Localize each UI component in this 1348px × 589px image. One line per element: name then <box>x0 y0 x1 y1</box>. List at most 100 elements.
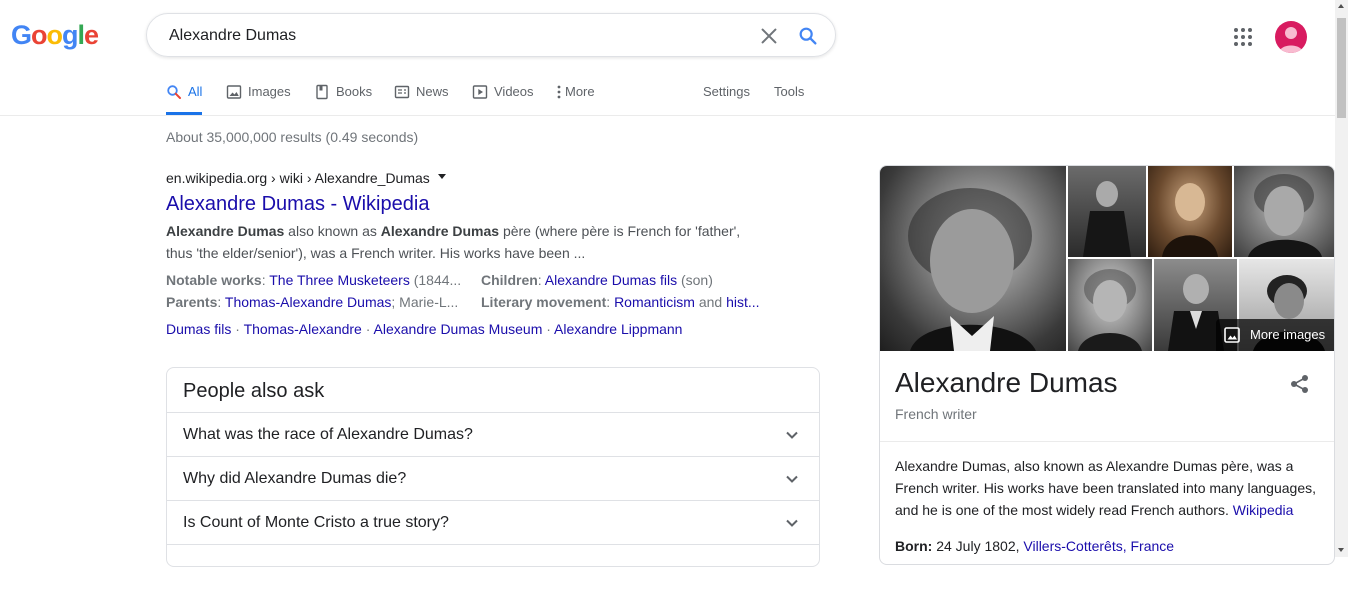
fact-link[interactable]: The Three Musketeers <box>269 272 410 288</box>
fact-link[interactable]: Thomas-Alexandre Dumas <box>225 294 392 310</box>
tools-label: Tools <box>774 84 805 99</box>
fact-key: Notable works <box>166 272 262 288</box>
fact-tail: and <box>694 294 727 310</box>
portrait-image[interactable] <box>1234 166 1334 257</box>
settings-label: Settings <box>703 84 750 99</box>
search-icon[interactable] <box>797 25 819 47</box>
chevron-down-icon <box>786 431 798 439</box>
kp-born-key: Born: <box>895 538 933 554</box>
more-vert-icon <box>557 85 561 99</box>
search-result: en.wikipedia.org › wiki › Alexandre_Duma… <box>166 169 766 340</box>
snippet-bold: Alexandre Dumas <box>380 223 500 239</box>
chevron-down-icon <box>786 519 798 527</box>
share-icon[interactable] <box>1289 373 1311 395</box>
portrait-figure <box>908 188 1036 351</box>
kp-source-link[interactable]: Wikipedia <box>1233 502 1294 518</box>
sitelink[interactable]: Dumas fils <box>166 321 231 337</box>
paa-question[interactable]: Why did Alexandre Dumas die? <box>167 456 819 501</box>
search-box <box>146 13 836 57</box>
fact-notable-works: Notable works: The Three Musketeers (184… <box>166 272 462 288</box>
sitelink[interactable]: Thomas-Alexandre <box>244 321 362 337</box>
paa-question[interactable]: What was the race of Alexandre Dumas? <box>167 412 819 457</box>
image-icon <box>226 85 242 99</box>
tab-images[interactable]: Images <box>226 81 291 115</box>
logo-letter: o <box>46 20 63 50</box>
tab-label: More <box>565 84 595 99</box>
fact-link[interactable]: Alexandre Dumas fils <box>545 272 677 288</box>
fact-tail: (son) <box>677 272 713 288</box>
search-tabs: All Images Books News Videos More Settin… <box>0 75 1335 116</box>
chevron-down-icon <box>786 475 798 483</box>
knowledge-panel: More images Alexandre Dumas French write… <box>879 165 1335 565</box>
people-also-ask: People also ask What was the race of Ale… <box>166 367 820 567</box>
result-snippet: Alexandre Dumas also known as Alexandre … <box>166 220 766 264</box>
tab-more[interactable]: More <box>556 81 595 115</box>
tab-label: Images <box>248 84 291 99</box>
tab-all[interactable]: All <box>166 81 203 115</box>
fact-key: Children <box>481 272 538 288</box>
fact-children: Children: Alexandre Dumas fils (son) <box>481 272 713 288</box>
fact-tail: (1844... <box>409 272 462 288</box>
account-avatar[interactable] <box>1275 21 1307 53</box>
result-url: en.wikipedia.org › wiki › Alexandre_Duma… <box>166 169 766 187</box>
search-icon <box>167 85 181 99</box>
sitelink-separator: · <box>542 321 555 337</box>
fact-link[interactable]: hist... <box>726 294 759 310</box>
result-stats: About 35,000,000 results (0.49 seconds) <box>166 129 419 145</box>
kp-born-place-link[interactable]: Villers-Cotterêts, France <box>1023 538 1174 554</box>
portrait-image[interactable] <box>1068 259 1152 351</box>
more-images-label: More images <box>1250 327 1326 342</box>
portrait-image[interactable] <box>1148 166 1232 257</box>
scroll-up-arrow-icon[interactable] <box>1338 4 1344 8</box>
tab-label: Books <box>336 84 373 99</box>
scrollbar[interactable] <box>1335 0 1348 557</box>
paa-question-text: What was the race of Alexandre Dumas? <box>183 426 473 443</box>
logo-letter: g <box>62 20 78 50</box>
tab-videos[interactable]: Videos <box>472 81 534 115</box>
portrait-image[interactable] <box>1068 166 1146 257</box>
result-title-link[interactable]: Alexandre Dumas - Wikipedia <box>166 191 766 217</box>
apps-grid-icon[interactable] <box>1233 27 1253 47</box>
portrait-figure <box>1248 174 1322 257</box>
sitelink[interactable]: Alexandre Lippmann <box>554 321 682 337</box>
fact-tail: ; Marie-L... <box>391 294 459 310</box>
search-input[interactable] <box>167 23 731 49</box>
sitelink-separator: · <box>361 321 374 337</box>
fact-key: Literary movement <box>481 294 607 310</box>
paa-question[interactable]: Is Count of Monte Cristo a true story? <box>167 500 819 545</box>
more-images-button[interactable]: More images <box>1216 319 1334 351</box>
portrait-image[interactable] <box>880 166 1066 351</box>
image-icon <box>1224 327 1240 343</box>
tab-books[interactable]: Books <box>314 81 372 115</box>
person-icon <box>1279 27 1303 53</box>
url-menu-caret-icon[interactable] <box>437 174 446 179</box>
clear-icon[interactable] <box>758 25 780 47</box>
sitelink-separator: · <box>231 321 244 337</box>
tools-link[interactable]: Tools <box>774 81 804 115</box>
paa-question[interactable] <box>167 544 819 589</box>
result-sitelinks: Dumas fils · Thomas-Alexandre · Alexandr… <box>166 318 766 340</box>
result-facts: Notable works: The Three Musketeers (184… <box>166 269 766 315</box>
book-icon <box>316 84 328 100</box>
scroll-thumb[interactable] <box>1337 18 1346 118</box>
tab-label: News <box>416 84 449 99</box>
scroll-down-arrow-icon[interactable] <box>1338 548 1344 552</box>
fact-link[interactable]: Romanticism <box>614 294 695 310</box>
logo-letter: o <box>31 20 47 50</box>
snippet-bold: Alexandre Dumas <box>166 223 285 239</box>
settings-link[interactable]: Settings <box>703 81 750 115</box>
kp-subtitle: French writer <box>895 406 977 422</box>
sitelink[interactable]: Alexandre Dumas Museum <box>374 321 543 337</box>
portrait-figure <box>1162 183 1218 257</box>
google-logo[interactable]: Google <box>11 18 99 52</box>
paa-question-text: Is Count of Monte Cristo a true story? <box>183 514 449 531</box>
tab-news[interactable]: News <box>394 81 449 115</box>
logo-letter: G <box>11 20 32 50</box>
kp-born: Born: 24 July 1802, Villers-Cotterêts, F… <box>895 535 1174 557</box>
paa-question-text: Why did Alexandre Dumas die? <box>183 470 407 487</box>
play-icon <box>472 85 488 99</box>
tab-label: All <box>188 84 203 99</box>
kp-title: Alexandre Dumas <box>895 367 1118 398</box>
snippet-text: also known as <box>284 223 381 239</box>
kp-born-date: 24 July 1802, <box>932 538 1024 554</box>
